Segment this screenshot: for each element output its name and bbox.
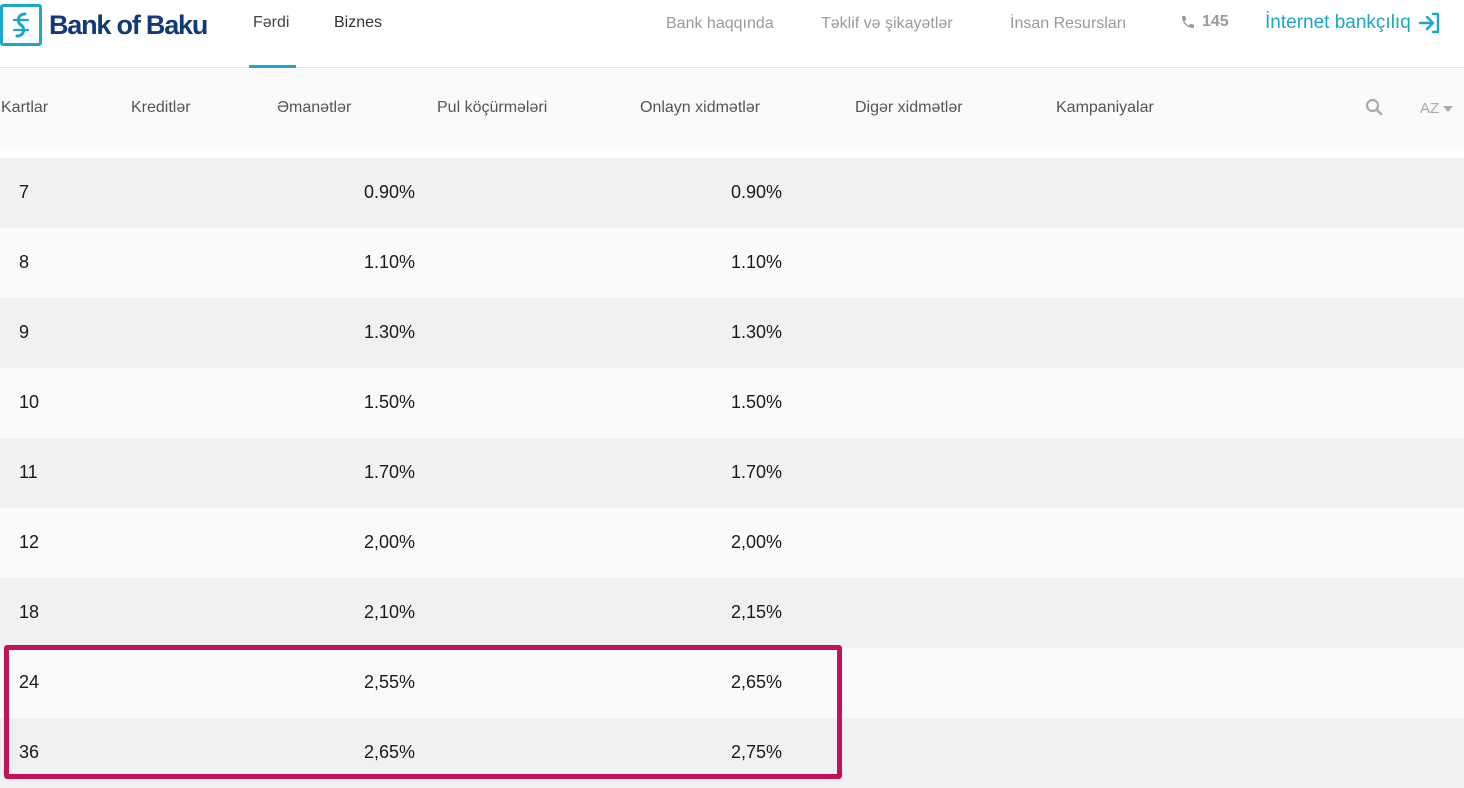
phone-icon xyxy=(1182,16,1194,28)
term-cell: 8 xyxy=(19,252,30,272)
main-nav: Kartlar Kreditlər Əmanətlər Pul köçürməl… xyxy=(0,69,1464,149)
rate-cell: 2,10% xyxy=(364,602,416,622)
table-row: 7 0.90% 0.90% xyxy=(0,158,1464,228)
rate-cell: 1.50% xyxy=(731,392,783,412)
phone-link[interactable]: 145 xyxy=(1180,13,1229,31)
rate-cell: 2,75% xyxy=(731,742,783,762)
nav-item-kampaniyalar[interactable]: Kampaniyalar xyxy=(1056,99,1154,117)
deposit-rates-table: 7 0.90% 0.90% 8 1.10% 1.10% 9 1.30% 1.30… xyxy=(0,158,1464,788)
table-row: 12 2,00% 2,00% xyxy=(0,508,1464,578)
nav-item-onlayn-xidmetler[interactable]: Onlayn xidmətlər xyxy=(640,99,760,117)
phone-number: 145 xyxy=(1202,13,1229,30)
tab-biznes[interactable]: Biznes xyxy=(334,14,382,32)
rate-cell: 2,65% xyxy=(364,742,416,762)
table-row: 36 2,65% 2,75% xyxy=(0,718,1464,788)
nav-item-emanetler[interactable]: Əmanətlər xyxy=(277,99,351,117)
table-row: 10 1.50% 1.50% xyxy=(0,368,1464,438)
table-row: 8 1.10% 1.10% xyxy=(0,228,1464,298)
bank-logo[interactable]: Bank of Baku xyxy=(0,4,208,46)
link-feedback[interactable]: Təklif və şikayətlər xyxy=(821,15,953,33)
rate-cell: 2,15% xyxy=(731,602,783,622)
internet-banking-link[interactable]: İnternet bankçılıq xyxy=(1265,12,1441,34)
rate-cell: 1.10% xyxy=(364,252,416,272)
active-tab-indicator xyxy=(249,65,296,68)
rate-cell: 2,65% xyxy=(731,672,783,692)
term-cell: 10 xyxy=(19,392,40,412)
search-icon[interactable] xyxy=(1365,98,1383,116)
logo-mark-icon xyxy=(0,4,42,46)
term-cell: 12 xyxy=(19,532,40,552)
nav-item-diger-xidmetler[interactable]: Digər xidmətlər xyxy=(855,99,963,117)
rate-cell: 1.70% xyxy=(731,462,783,482)
language-label: AZ xyxy=(1420,100,1440,117)
top-header: Bank of Baku Fərdi Biznes Bank haqqında … xyxy=(0,0,1464,68)
table-row: 18 2,10% 2,15% xyxy=(0,578,1464,648)
rate-cell: 0.90% xyxy=(731,182,783,202)
nav-item-kreditler[interactable]: Kreditlər xyxy=(131,99,191,117)
table-row: 24 2,55% 2,65% xyxy=(0,648,1464,718)
login-arrow-icon xyxy=(1418,12,1439,34)
rate-cell: 1.30% xyxy=(731,322,783,342)
table-row: 9 1.30% 1.30% xyxy=(0,298,1464,368)
tab-ferdi[interactable]: Fərdi xyxy=(253,14,289,32)
term-cell: 7 xyxy=(19,182,30,202)
internet-banking-label: İnternet bankçılıq xyxy=(1265,12,1411,33)
rate-cell: 2,55% xyxy=(364,672,416,692)
rate-cell: 1.50% xyxy=(364,392,416,412)
term-cell: 36 xyxy=(19,742,40,762)
rate-cell: 1.70% xyxy=(364,462,416,482)
link-bank-about[interactable]: Bank haqqında xyxy=(666,15,774,33)
term-cell: 9 xyxy=(19,322,30,342)
rate-cell: 2,00% xyxy=(731,532,783,552)
caret-down-icon xyxy=(1443,105,1454,112)
language-selector[interactable]: AZ xyxy=(1420,100,1454,117)
term-cell: 11 xyxy=(19,462,38,482)
rate-cell: 1.30% xyxy=(364,322,416,342)
logo-text: Bank of Baku xyxy=(49,9,208,40)
nav-item-pul-kocurmeleri[interactable]: Pul köçürmələri xyxy=(437,99,547,117)
link-hr[interactable]: İnsan Resursları xyxy=(1010,15,1127,33)
term-cell: 24 xyxy=(19,672,40,692)
term-cell: 18 xyxy=(19,602,40,622)
nav-item-kartlar[interactable]: Kartlar xyxy=(1,99,48,117)
table-row: 11 1.70% 1.70% xyxy=(0,438,1464,508)
rate-cell: 1.10% xyxy=(731,252,783,272)
rate-cell: 0.90% xyxy=(364,182,416,202)
rate-cell: 2,00% xyxy=(364,532,416,552)
